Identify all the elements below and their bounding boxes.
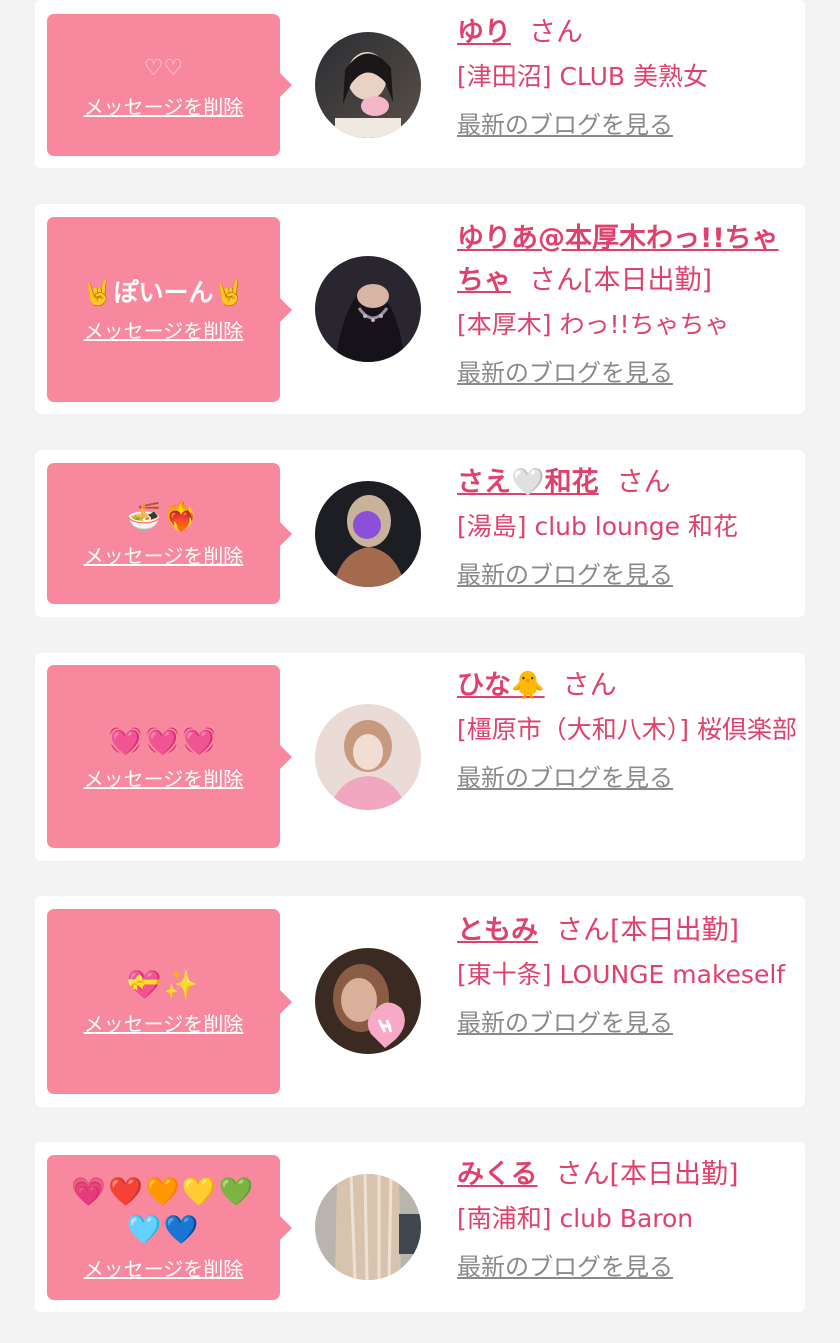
san-label: さん: [555, 1159, 610, 1190]
card-info: さえ🤍和花 さん [湯島] club lounge 和花 最新のブログを見る: [457, 462, 797, 592]
message-bubble: 🤘ぽいーん🤘 メッセージを削除: [47, 217, 292, 402]
message-bubble: 💓💓💓 メッセージを削除: [47, 665, 292, 848]
blog-link[interactable]: 最新のブログを見る: [457, 761, 673, 795]
card-info: ともみ さん[本日出勤] [東十条] LOUNGE makeself 最新のブログ…: [457, 910, 797, 1040]
shop-name: [本厚木] わっ!!ちゃちゃ: [457, 310, 730, 339]
delete-message-link[interactable]: メッセージを削除: [84, 315, 244, 344]
list-item: 💝✨ メッセージを削除 ともみ さん[本日出勤] [東十条] LOUNGE mak…: [35, 896, 805, 1107]
san-label: さん: [529, 17, 583, 48]
shop-name: [東十条] LOUNGE makeself: [457, 960, 786, 989]
cast-name-link[interactable]: みくる: [457, 1159, 537, 1190]
name-line: ともみ さん[本日出勤]: [457, 910, 797, 952]
avatar[interactable]: [315, 481, 421, 587]
cast-name-link[interactable]: ともみ: [457, 915, 538, 946]
name-line: さえ🤍和花 さん: [457, 462, 797, 504]
name-line: ゆりあ@本厚木わっ!!ちゃちゃ さん[本日出勤]: [457, 218, 797, 302]
avatar[interactable]: [315, 256, 421, 362]
shop-name: [津田沼] CLUB 美熟女: [457, 62, 708, 91]
message-text: 💗❤️🧡💛💚🩵💙: [71, 1175, 256, 1246]
san-label: さん: [562, 670, 617, 701]
name-line: ゆり さん: [457, 12, 797, 54]
delete-message-link[interactable]: メッセージを削除: [84, 763, 244, 792]
avatar[interactable]: [315, 1174, 421, 1280]
card-info: みくる さん[本日出勤] [南浦和] club Baron 最新のブログを見る: [457, 1154, 797, 1284]
message-text: 🤘ぽいーん🤘: [82, 278, 245, 307]
delete-message-link[interactable]: メッセージを削除: [84, 91, 244, 120]
status-badge: [本日出勤]: [609, 1159, 739, 1190]
san-label: さん: [556, 915, 610, 946]
delete-message-link[interactable]: メッセージを削除: [84, 540, 244, 569]
message-bubble: 🍜❤️‍🔥 メッセージを削除: [47, 463, 292, 604]
cast-name-link[interactable]: ゆり: [457, 17, 511, 48]
cast-name-link[interactable]: ひな🐥: [457, 670, 545, 701]
list-item: ♡♡ メッセージを削除 ゆり さん [津田沼] CLUB 美熟女 最新のブログを見…: [35, 0, 805, 168]
san-label: さん: [529, 265, 583, 296]
card-info: ひな🐥 さん [橿原市（大和八木）] 桜倶楽部 最新のブログを見る: [457, 665, 797, 795]
status-badge: [本日出勤]: [610, 915, 740, 946]
delete-message-link[interactable]: メッセージを削除: [84, 1253, 244, 1282]
blog-link[interactable]: 最新のブログを見る: [457, 558, 673, 592]
san-label: さん: [616, 467, 671, 498]
name-line: みくる さん[本日出勤]: [457, 1154, 797, 1196]
avatar[interactable]: [315, 704, 421, 810]
avatar[interactable]: [315, 948, 421, 1054]
card-info: ゆり さん [津田沼] CLUB 美熟女 最新のブログを見る: [457, 12, 797, 142]
blog-link[interactable]: 最新のブログを見る: [457, 356, 673, 390]
avatar[interactable]: [315, 32, 421, 138]
blog-link[interactable]: 最新のブログを見る: [457, 1250, 673, 1284]
message-bubble: 💝✨ メッセージを削除: [47, 909, 292, 1094]
list-item: 🍜❤️‍🔥 メッセージを削除 さえ🤍和花 さん [湯島] club lounge …: [35, 450, 805, 617]
message-text: 💝✨: [126, 968, 201, 1001]
blog-link[interactable]: 最新のブログを見る: [457, 1006, 673, 1040]
card-info: ゆりあ@本厚木わっ!!ちゃちゃ さん[本日出勤] [本厚木] わっ!!ちゃちゃ 最…: [457, 218, 797, 390]
message-bubble: 💗❤️🧡💛💚🩵💙 メッセージを削除: [47, 1155, 292, 1300]
delete-message-link[interactable]: メッセージを削除: [84, 1008, 244, 1037]
message-list: ♡♡ メッセージを削除 ゆり さん [津田沼] CLUB 美熟女 最新のブログを見…: [0, 0, 840, 1343]
cast-name-link[interactable]: さえ🤍和花: [457, 467, 599, 498]
message-text: ♡♡: [143, 55, 184, 81]
blog-link[interactable]: 最新のブログを見る: [457, 108, 673, 142]
shop-name: [湯島] club lounge 和花: [457, 512, 738, 541]
message-text: 💓💓💓: [108, 723, 219, 756]
name-line: ひな🐥 さん: [457, 665, 797, 707]
shop-name: [南浦和] club Baron: [457, 1204, 694, 1233]
status-badge: [本日出勤]: [583, 265, 713, 296]
list-item: 💓💓💓 メッセージを削除 ひな🐥 さん [橿原市（大和八木）] 桜倶楽部 最新のブ…: [35, 653, 805, 861]
shop-name: [橿原市（大和八木）] 桜倶楽部: [457, 715, 797, 744]
list-item: 💗❤️🧡💛💚🩵💙 メッセージを削除 みくる さん[本日出勤] [南浦和] club…: [35, 1142, 805, 1312]
message-text: 🍜❤️‍🔥: [126, 500, 201, 533]
list-item: 🤘ぽいーん🤘 メッセージを削除 ゆりあ@本厚木わっ!!ちゃちゃ さん[本日出勤] …: [35, 204, 805, 414]
message-bubble: ♡♡ メッセージを削除: [47, 14, 292, 156]
